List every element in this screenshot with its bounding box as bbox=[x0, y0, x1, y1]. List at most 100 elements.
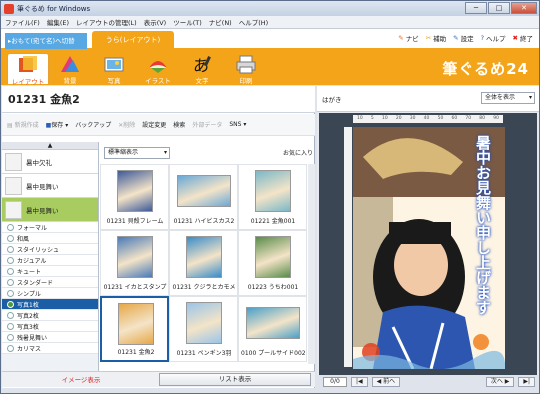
ribbon-haikei[interactable]: 背景 bbox=[49, 53, 91, 85]
menu-bar: ファイル(F) 編集(E) レイアウトの管理(L) 表示(V) ツール(T) ナ… bbox=[1, 16, 539, 29]
layout-icon bbox=[19, 56, 37, 72]
settings-button[interactable]: ✎ 設定 bbox=[453, 33, 473, 43]
category-item[interactable]: 暑中欠礼 bbox=[2, 150, 98, 174]
subcategory-item[interactable]: スタンダード bbox=[2, 277, 98, 288]
subcategory-item[interactable]: 写真2枚 bbox=[2, 310, 98, 321]
ribbon-moji-label: 文字 bbox=[195, 77, 209, 85]
menu-edit[interactable]: 編集(E) bbox=[47, 17, 69, 27]
layout-thumbnail[interactable]: 01221 金魚001 bbox=[238, 164, 307, 230]
favorites-link[interactable]: お気に入り bbox=[283, 148, 313, 157]
menu-view[interactable]: 表示(V) bbox=[144, 17, 167, 27]
backup-button[interactable]: バックアップ bbox=[75, 120, 111, 129]
zoom-select[interactable]: 全体を表示 bbox=[481, 92, 535, 104]
preview-header: はがき 全体を表示 bbox=[317, 86, 539, 112]
exit-button[interactable]: ✖ 終了 bbox=[513, 33, 533, 43]
help-button[interactable]: ? ヘルプ bbox=[481, 33, 506, 43]
scroll-up-button[interactable]: ▲ bbox=[2, 142, 98, 150]
subcategory-item[interactable]: 写真3枚 bbox=[2, 321, 98, 332]
ruler-tick-label: 10 bbox=[357, 116, 363, 121]
ribbon-illust[interactable]: イラスト bbox=[137, 53, 179, 85]
delete-button[interactable]: ✕削除 bbox=[118, 120, 135, 129]
subcategory-item[interactable]: 写真1枚 bbox=[2, 299, 98, 310]
ruler-tick-label: 60 bbox=[451, 116, 458, 121]
layout-thumbnail[interactable]: 01223 うちわ001 bbox=[238, 230, 307, 296]
minimize-button[interactable]: ─ bbox=[465, 2, 487, 14]
hosoku-button[interactable]: ✂ 補助 bbox=[426, 33, 446, 43]
prev-page-button[interactable]: ◀ 前へ bbox=[371, 376, 401, 387]
image-view-button[interactable]: イメージ表示 bbox=[6, 374, 156, 386]
ribbon-insatsu[interactable]: 印刷 bbox=[225, 53, 267, 85]
horizontal-ruler: 10 5 10 20 30 40 50 60 70 80 90 bbox=[353, 115, 503, 123]
menu-navi[interactable]: ナビ(N) bbox=[209, 17, 232, 27]
subcategory-item[interactable]: 和風 bbox=[2, 233, 98, 244]
radio-icon bbox=[7, 278, 14, 286]
menu-file[interactable]: ファイル(F) bbox=[5, 17, 40, 27]
gear-icon: ✎ bbox=[453, 34, 459, 42]
layout-thumbnail[interactable]: 01231 クジラとカモメ bbox=[169, 230, 238, 296]
category-thumbnail bbox=[5, 152, 22, 171]
ribbon-layout[interactable]: レイアウト bbox=[7, 53, 49, 86]
layout-thumbnail[interactable]: 01231 金魚2 bbox=[100, 296, 169, 362]
menu-help[interactable]: ヘルプ(H) bbox=[239, 17, 268, 27]
save-button[interactable]: ■保存 ▾ bbox=[46, 120, 69, 129]
ribbon-moji[interactable]: あ 文字 bbox=[181, 53, 223, 85]
layout-thumbnail[interactable]: 01231 貝殻フレーム bbox=[100, 164, 169, 230]
title-bar[interactable]: 筆ぐるめ for Windows ─ □ ✕ bbox=[1, 1, 539, 16]
menu-layout-manage[interactable]: レイアウトの管理(L) bbox=[76, 17, 137, 27]
layout-thumbnail[interactable]: 01231 ハイビスカス2 bbox=[169, 164, 238, 230]
new-button[interactable]: ▤ 新規作成 bbox=[7, 120, 39, 129]
layout-title: 01231 金魚2 bbox=[2, 86, 315, 113]
close-button[interactable]: ✕ bbox=[511, 2, 537, 14]
subcategory-item[interactable]: 残暑見舞い bbox=[2, 332, 98, 343]
exit-label: 終了 bbox=[520, 35, 533, 43]
thumbnail-caption: 01231 貝殻フレーム bbox=[106, 218, 164, 225]
preview-nav-bar: 0/0 |◀ ◀ 前へ 次へ ▶ ▶| bbox=[317, 375, 539, 388]
subcategory-item[interactable]: カジュアル bbox=[2, 255, 98, 266]
side-tab-band: ▸おもて(宛て名)へ切替 うら(レイアウト) ✎ ナビ ✂ 補助 ✎ 設定 ? ヘルプ … bbox=[1, 29, 539, 51]
printer-icon bbox=[236, 55, 256, 74]
grid-scrollbar[interactable] bbox=[308, 164, 315, 364]
prev-label: 前へ bbox=[383, 377, 396, 385]
category-item[interactable]: 暑中見舞い bbox=[2, 198, 98, 222]
first-page-button[interactable]: |◀ bbox=[351, 376, 368, 387]
new-label: 新規作成 bbox=[14, 122, 39, 129]
thumbnail-image bbox=[118, 303, 154, 345]
radio-icon bbox=[7, 333, 14, 341]
page-indicator: 0/0 bbox=[323, 376, 347, 387]
change-settings-button[interactable]: 設定変更 bbox=[142, 120, 166, 129]
layout-thumbnail[interactable]: 0100 プールサイド002 bbox=[238, 296, 307, 362]
category-item[interactable]: 暑中見舞い bbox=[2, 174, 98, 198]
tab-ura[interactable]: うら(レイアウト) bbox=[92, 31, 174, 50]
view-mode-select[interactable]: 標準縮表示 bbox=[104, 147, 170, 159]
postcard-preview[interactable]: 暑中お見舞い申し上げます bbox=[353, 127, 505, 369]
layout-pane: 01231 金魚2 ▤ 新規作成 ■保存 ▾ バックアップ ✕削除 設定変更 検… bbox=[2, 86, 315, 388]
list-view-button[interactable]: リスト表示 bbox=[159, 373, 311, 386]
last-page-button[interactable]: ▶| bbox=[518, 376, 535, 387]
settings-label: 設定 bbox=[460, 35, 474, 43]
thumbnail-caption: 01231 金魚2 bbox=[117, 349, 155, 356]
external-data-button[interactable]: 外部データ bbox=[192, 120, 222, 129]
navi-button[interactable]: ✎ ナビ bbox=[398, 33, 418, 43]
background-icon bbox=[61, 56, 79, 72]
subcategory-item[interactable]: スタイリッシュ bbox=[2, 244, 98, 255]
ribbon-shashin[interactable]: 写真 bbox=[93, 53, 135, 85]
subcategory-item[interactable]: シンプル bbox=[2, 288, 98, 299]
next-page-button[interactable]: 次へ ▶ bbox=[485, 376, 515, 387]
layout-thumbnail[interactable]: 01231 イカとスタンプ bbox=[100, 230, 169, 296]
menu-tools[interactable]: ツール(T) bbox=[173, 17, 202, 27]
subcategory-label: カジュアル bbox=[17, 257, 47, 265]
subcategory-item[interactable]: カリマス bbox=[2, 343, 98, 354]
tab-omote[interactable]: ▸おもて(宛て名)へ切替 bbox=[5, 33, 87, 49]
maximize-button[interactable]: □ bbox=[488, 2, 510, 14]
subcategory-label: スタンダード bbox=[17, 279, 54, 287]
ruler-tick-label: 30 bbox=[409, 116, 416, 121]
subcategory-item[interactable]: フォーマル bbox=[2, 222, 98, 233]
illustration-icon bbox=[149, 61, 167, 73]
search-button[interactable]: 検索 bbox=[173, 120, 185, 129]
sns-button[interactable]: SNS ▾ bbox=[229, 121, 246, 128]
subcategory-item[interactable]: キュート bbox=[2, 266, 98, 277]
text-brush-icon: あ bbox=[193, 56, 211, 74]
layout-thumbnail[interactable]: 01231 ペンギン3羽 bbox=[169, 296, 238, 362]
category-label: 暑中見舞い bbox=[26, 182, 59, 191]
radio-icon bbox=[7, 234, 14, 242]
